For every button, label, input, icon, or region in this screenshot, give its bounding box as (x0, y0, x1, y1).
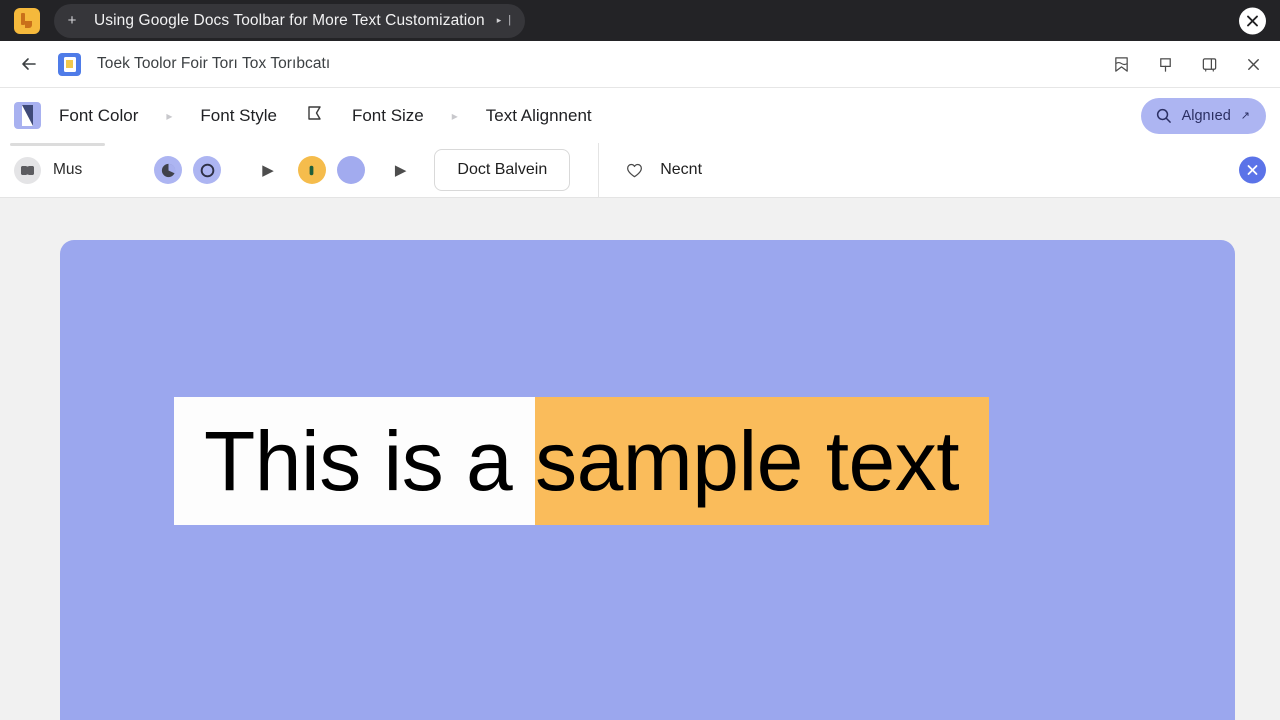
color-swatch-orange[interactable] (297, 156, 326, 184)
active-tab-indicator (10, 143, 105, 146)
arrow-up-right-icon: ↗ (1240, 110, 1250, 122)
menu-item-font-color[interactable]: Font Color (59, 106, 138, 126)
chrome-action-icons (1108, 51, 1266, 77)
favorite-label: Necnt (660, 161, 703, 178)
tools-separator-icon-2: ▶ (394, 161, 407, 179)
page-title: Toek Toolor Foir Torı Tox Torıbcatı (97, 55, 331, 72)
google-docs-icon (58, 52, 81, 76)
chevron-right-icon[interactable]: ▸ (497, 16, 502, 25)
menu-separator-icon-2: ▸ (451, 108, 458, 123)
window-close-button[interactable] (1239, 7, 1266, 34)
tab-title: Using Google Docs Toolbar for More Text … (94, 11, 485, 29)
search-pill-label: Algnıed (1181, 107, 1231, 124)
user-name-label: Mus (53, 161, 83, 178)
doct-balvein-label: Doct Balvein (457, 161, 548, 178)
pin-icon[interactable] (1152, 51, 1178, 77)
back-arrow-icon (22, 58, 36, 70)
notion-brand-icon (14, 102, 41, 129)
new-tab-plus-icon[interactable]: + (66, 13, 78, 28)
tools-separator-icon: ▶ (262, 161, 274, 179)
format-menu-row: Font Color ▸ Font Style Font Size ▸ Text… (0, 88, 1280, 143)
menu-item-text-alignment[interactable]: Text Alignnent (486, 106, 592, 126)
color-swatch-periwinkle[interactable] (336, 156, 365, 184)
capsule-icon (309, 165, 314, 175)
search-icon (1156, 108, 1171, 123)
document-canvas: This is a sample text (0, 198, 1280, 720)
tab-divider-mark: | (508, 14, 512, 26)
avatar-icon (14, 156, 41, 184)
user-chip[interactable]: Mus (14, 156, 83, 184)
browser-chrome-bar: Toek Toolor Foir Torı Tox Torıbcatı (0, 41, 1280, 88)
flag-icon (305, 105, 324, 126)
save-page-icon[interactable] (1108, 51, 1134, 77)
heart-icon (627, 163, 643, 177)
close-icon (1247, 15, 1258, 26)
text-segment-highlighted: sample text (535, 397, 990, 525)
close-icon[interactable] (1240, 51, 1266, 77)
text-segment-plain: This is a (174, 397, 536, 525)
doct-balvein-dropdown[interactable]: Doct Balvein (434, 149, 571, 191)
menu-item-font-style[interactable]: Font Style (200, 106, 277, 126)
title-bar: + Using Google Docs Toolbar for More Tex… (0, 0, 1280, 41)
document-page[interactable]: This is a sample text (60, 240, 1235, 720)
tools-close-button[interactable] (1239, 156, 1266, 184)
favorite-field[interactable]: Necnt (599, 161, 1280, 180)
back-button[interactable] (14, 49, 44, 79)
color-swatch-filled[interactable] (154, 156, 183, 184)
app-window: + Using Google Docs Toolbar for More Tex… (0, 0, 1280, 720)
pie-icon (161, 163, 176, 177)
ring-icon (200, 163, 215, 177)
menu-item-font-size[interactable]: Font Size (352, 106, 424, 126)
search-pill-button[interactable]: Algnıed ↗ (1140, 97, 1266, 134)
format-tools-row: Mus ▶ ▶ Doct Balvein Necnt (0, 142, 1280, 198)
browser-tab[interactable]: + Using Google Docs Toolbar for More Tex… (54, 3, 526, 38)
app-logo-icon (14, 7, 40, 34)
side-panel-icon[interactable] (1196, 51, 1222, 77)
menu-separator-icon: ▸ (166, 108, 173, 123)
document-text-line[interactable]: This is a sample text (174, 397, 990, 525)
color-swatch-ring[interactable] (193, 156, 222, 184)
close-icon (1247, 165, 1258, 175)
